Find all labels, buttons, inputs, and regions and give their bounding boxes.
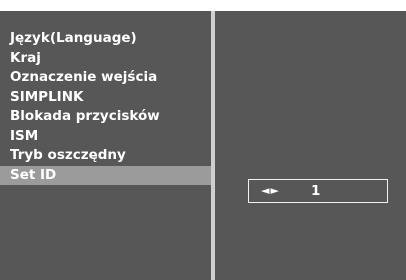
menu-item-key-lock[interactable]: Blokada przycisków	[0, 107, 211, 127]
set-id-value-box[interactable]: ◄► 1	[248, 179, 388, 203]
option-menu-list: Język(Language) Kraj Oznaczenie wejścia …	[0, 29, 211, 185]
menu-item-language[interactable]: Język(Language)	[0, 29, 211, 49]
left-right-arrows-icon: ◄►	[261, 184, 280, 197]
menu-item-simplink[interactable]: SIMPLINK	[0, 88, 211, 108]
menu-item-power-saving[interactable]: Tryb oszczędny	[0, 146, 211, 166]
menu-item-input-label[interactable]: Oznaczenie wejścia	[0, 68, 211, 88]
set-id-value: 1	[311, 183, 321, 199]
menu-item-country[interactable]: Kraj	[0, 49, 211, 69]
osd-option-menu: Język(Language) Kraj Oznaczenie wejścia …	[0, 0, 406, 280]
menu-item-ism[interactable]: ISM	[0, 127, 211, 147]
menu-item-set-id[interactable]: Set ID	[0, 165, 211, 185]
value-panel	[215, 11, 406, 280]
